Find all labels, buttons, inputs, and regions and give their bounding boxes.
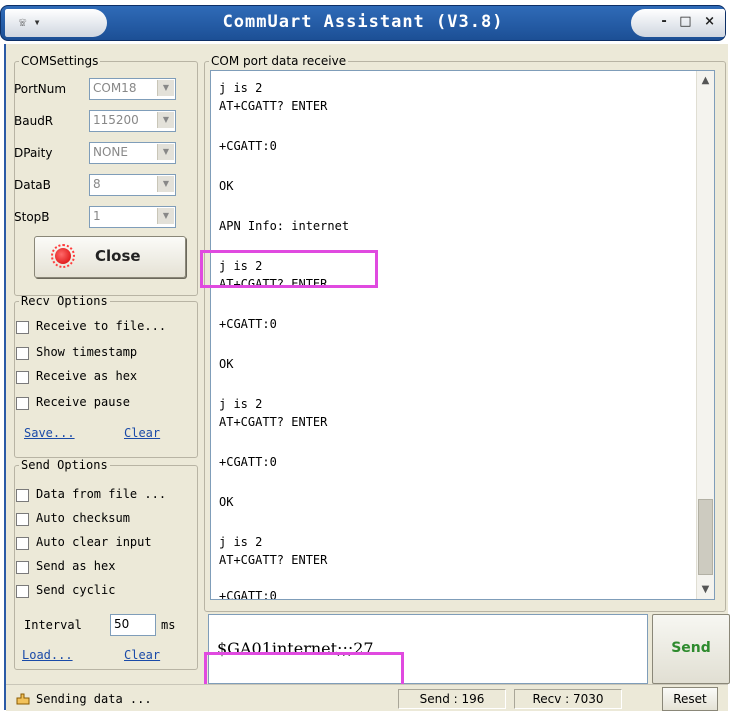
checkbox-label: Auto checksum xyxy=(36,511,130,525)
receive-scrollbar[interactable]: ▲ ▼ xyxy=(696,71,714,599)
save-link[interactable]: Save... xyxy=(24,426,75,440)
main-panel: COMSettings PortNum COM18 ▼ BaudR 115200… xyxy=(4,44,730,711)
baudrate-row: BaudR 115200 ▼ xyxy=(14,110,184,132)
receive-line: +CGATT:0 xyxy=(219,139,277,153)
checkbox-box[interactable] xyxy=(16,513,29,526)
scroll-up-icon[interactable]: ▲ xyxy=(697,75,714,86)
baudrate-select[interactable]: 115200 ▼ xyxy=(89,110,176,132)
receive-line: +CGATT:0 xyxy=(219,455,277,469)
baudrate-label: BaudR xyxy=(14,114,54,128)
checkbox-box[interactable] xyxy=(16,321,29,334)
hand-pointer-icon xyxy=(16,693,30,705)
checkbox-label: Receive to file... xyxy=(36,319,167,333)
load-link[interactable]: Load... xyxy=(22,648,73,662)
receive-line: +CGATT:0 xyxy=(219,589,277,600)
window-controls-icons[interactable]: - □ × xyxy=(661,14,719,29)
checkbox-label: Receive pause xyxy=(36,395,130,409)
scrollbar-thumb[interactable] xyxy=(698,499,713,575)
receive-line: OK xyxy=(219,179,234,193)
checkbox-label: Auto clear input xyxy=(36,535,152,549)
checkbox-box[interactable] xyxy=(16,537,29,550)
receive-textarea[interactable]: j is 2 AT+CGATT? ENTER +CGATT:0 OK APN I… xyxy=(210,70,715,600)
apn-info-highlight xyxy=(200,250,378,288)
close-port-button[interactable]: Close xyxy=(34,236,186,278)
databits-select[interactable]: 8 ▼ xyxy=(89,174,176,196)
chevron-down-icon[interactable]: ▼ xyxy=(157,144,174,160)
checkbox-box[interactable] xyxy=(16,585,29,598)
stopbits-select[interactable]: 1 ▼ xyxy=(89,206,176,228)
portnum-value: COM18 xyxy=(93,81,137,95)
checkbox-box[interactable] xyxy=(16,489,29,502)
send-button-label: Send xyxy=(671,640,711,656)
receive-line: j is 2 xyxy=(219,81,263,95)
stopbits-value: 1 xyxy=(93,209,101,223)
reset-button[interactable]: Reset xyxy=(662,687,718,711)
receive-line: j is 2 xyxy=(219,535,263,549)
title-bar[interactable]: ☏ ▾ CommUart Assistant (V3.8) - □ × xyxy=(0,0,730,44)
window-title: CommUart Assistant (V3.8) xyxy=(222,12,504,32)
interval-unit: ms xyxy=(161,618,176,632)
databits-label: DataB xyxy=(14,178,51,192)
send-options-legend: Send Options xyxy=(21,458,108,472)
close-port-label: Close xyxy=(95,247,141,265)
checkbox-label: Send cyclic xyxy=(36,583,116,597)
chevron-down-icon[interactable]: ▼ xyxy=(157,176,174,192)
chevron-down-icon[interactable]: ▼ xyxy=(157,80,174,96)
com-settings-legend: COMSettings xyxy=(21,54,99,68)
scroll-down-icon[interactable]: ▼ xyxy=(697,584,714,595)
parity-label: DPaity xyxy=(14,146,53,160)
databits-value: 8 xyxy=(93,177,101,191)
parity-row: DPaity NONE ▼ xyxy=(14,142,184,164)
send-count: Send : 196 xyxy=(398,689,506,709)
receive-line: AT+CGATT? ENTER xyxy=(219,553,328,567)
port-status-light-icon xyxy=(55,248,71,264)
receive-line: j is 2 xyxy=(219,397,263,411)
clear-receive-link[interactable]: Clear xyxy=(124,426,160,440)
status-bar: Sending data ... Send : 196 Recv : 7030 … xyxy=(6,684,728,711)
portnum-select[interactable]: COM18 ▼ xyxy=(89,78,176,100)
checkbox-label: Show timestamp xyxy=(36,345,138,359)
portnum-row: PortNum COM18 ▼ xyxy=(14,78,184,100)
chevron-down-icon[interactable]: ▼ xyxy=(157,112,174,128)
send-button[interactable]: Send xyxy=(652,614,730,684)
receive-line: APN Info: internet xyxy=(219,219,350,233)
receive-line: OK xyxy=(219,495,234,509)
checkbox-box[interactable] xyxy=(16,371,29,384)
clear-send-link[interactable]: Clear xyxy=(124,648,160,662)
parity-select[interactable]: NONE ▼ xyxy=(89,142,176,164)
interval-label: Interval xyxy=(24,618,82,632)
interval-value: 50 xyxy=(114,617,130,631)
receive-line: +CGATT:0 xyxy=(219,317,277,331)
receive-line: AT+CGATT? ENTER xyxy=(219,99,328,113)
recv-options-legend: Recv Options xyxy=(21,294,108,308)
chevron-down-icon[interactable]: ▼ xyxy=(157,208,174,224)
checkbox-label: Data from file ... xyxy=(36,487,167,501)
stopbits-row: StopB 1 ▼ xyxy=(14,206,184,228)
status-text: Sending data ... xyxy=(36,692,152,706)
window-controls[interactable]: - □ × xyxy=(631,9,725,37)
checkbox-label: Receive as hex xyxy=(36,369,138,383)
checkbox-box[interactable] xyxy=(16,397,29,410)
checkbox-box[interactable] xyxy=(16,561,29,574)
checkbox-label: Send as hex xyxy=(36,559,116,573)
title-bar-frame: ☏ ▾ CommUart Assistant (V3.8) - □ × xyxy=(0,5,726,41)
baudrate-value: 115200 xyxy=(93,113,139,127)
stopbits-label: StopB xyxy=(14,210,50,224)
receive-legend: COM port data receive xyxy=(211,54,347,68)
parity-value: NONE xyxy=(93,145,128,159)
receive-line: AT+CGATT? ENTER xyxy=(219,415,328,429)
receive-line: OK xyxy=(219,357,234,371)
interval-input[interactable]: 50 xyxy=(110,614,156,636)
databits-row: DataB 8 ▼ xyxy=(14,174,184,196)
portnum-label: PortNum xyxy=(14,82,67,96)
recv-count: Recv : 7030 xyxy=(514,689,622,709)
checkbox-box[interactable] xyxy=(16,347,29,360)
